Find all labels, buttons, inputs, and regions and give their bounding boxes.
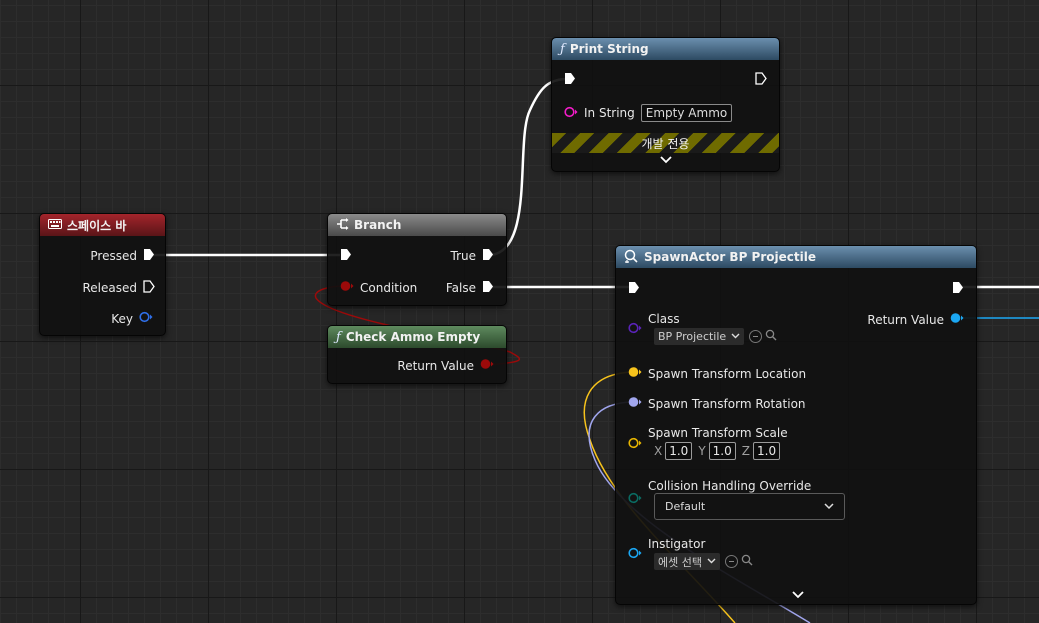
pin-pressed-label: Pressed — [90, 249, 137, 263]
object-pin-return-value[interactable] — [950, 312, 964, 327]
scale-z-input[interactable]: 1.0 — [753, 442, 781, 460]
pin-true-label: True — [450, 249, 477, 263]
expand-chevron-icon[interactable] — [660, 153, 672, 167]
collision-dropdown[interactable]: Default — [654, 493, 845, 520]
scale-x-input[interactable]: 1.0 — [665, 442, 693, 460]
pin-ammo-return-label: Return Value — [397, 358, 474, 373]
instigator-select[interactable]: 에셋 선택 — [654, 553, 720, 570]
exec-pin-released[interactable] — [143, 280, 155, 296]
node-branch-header: Branch — [328, 214, 506, 236]
node-branch[interactable]: Branch True Condition False — [327, 213, 507, 306]
exec-pin-pressed[interactable] — [143, 248, 155, 264]
pin-false-label: False — [445, 281, 476, 295]
browse-search-icon[interactable] — [765, 329, 777, 344]
spawn-actor-icon — [624, 249, 638, 266]
class-select-value: BP Projectile — [658, 330, 727, 343]
clear-icon[interactable] — [749, 330, 763, 343]
development-only-label: 개발 전용 — [641, 137, 690, 151]
node-check-ammo-title: Check Ammo Empty — [345, 330, 481, 344]
node-print-string-title: Print String — [569, 42, 649, 56]
node-spawn-actor[interactable]: SpawnActor BP Projectile Class BP Projec… — [615, 245, 977, 605]
clear-icon[interactable] — [724, 555, 738, 568]
collision-dropdown-value: Default — [665, 500, 706, 513]
keyboard-icon — [48, 218, 62, 232]
function-icon: ƒ — [336, 329, 341, 345]
scale-y-input[interactable]: 1.0 — [708, 442, 736, 460]
scale-y-label: Y — [698, 444, 706, 458]
scale-x-label: X — [654, 444, 663, 458]
node-spacebar-header: 스페이스 바 — [40, 214, 165, 236]
pin-released-label: Released — [82, 281, 137, 295]
function-icon: ƒ — [560, 41, 565, 57]
exec-pin-print-out[interactable] — [755, 72, 767, 88]
expand-chevron-icon[interactable] — [792, 588, 804, 602]
boolean-pin-ammo-return[interactable] — [480, 358, 494, 373]
exec-pin-spawn-in[interactable] — [628, 281, 640, 297]
node-spacebar-title: 스페이스 바 — [67, 218, 127, 233]
pin-location-label: Spawn Transform Location — [648, 366, 807, 381]
chevron-down-icon — [824, 500, 834, 513]
chevron-down-icon — [731, 331, 740, 342]
string-pin-in-string[interactable] — [564, 106, 578, 121]
chevron-down-icon — [707, 556, 716, 567]
branch-icon — [336, 217, 349, 233]
class-pin[interactable] — [628, 322, 642, 337]
pin-collision-label: Collision Handling Override — [648, 479, 812, 493]
object-pin-instigator[interactable] — [628, 547, 642, 562]
pin-rotation-label: Spawn Transform Rotation — [648, 396, 806, 411]
exec-pin-false[interactable] — [482, 280, 494, 296]
node-spawn-actor-title: SpawnActor BP Projectile — [644, 250, 816, 264]
class-select[interactable]: BP Projectile — [654, 328, 745, 345]
pin-class-label: Class — [648, 312, 680, 326]
key-struct-pin[interactable] — [139, 311, 153, 326]
rotator-pin-rotation[interactable] — [628, 396, 642, 411]
enum-pin-collision[interactable] — [628, 492, 642, 507]
pin-scale-label: Spawn Transform Scale — [648, 426, 788, 440]
vector-pin-location[interactable] — [628, 366, 642, 381]
node-print-string[interactable]: ƒ Print String In String Empty Ammo 개발 전… — [551, 37, 780, 172]
pin-condition-label: Condition — [360, 280, 418, 295]
node-branch-title: Branch — [354, 218, 402, 232]
node-spawn-actor-header: SpawnActor BP Projectile — [616, 246, 976, 268]
exec-pin-true[interactable] — [482, 248, 494, 264]
scale-z-label: Z — [741, 444, 750, 458]
pin-key-label: Key — [111, 311, 133, 326]
browse-search-icon[interactable] — [741, 554, 753, 569]
boolean-pin-condition[interactable] — [340, 280, 354, 295]
node-check-ammo-empty[interactable]: ƒ Check Ammo Empty Return Value — [327, 325, 507, 384]
pin-spawn-return-label: Return Value — [867, 312, 944, 327]
exec-pin-branch-in[interactable] — [340, 248, 352, 264]
in-string-input[interactable]: Empty Ammo — [640, 104, 733, 122]
node-spacebar-event[interactable]: 스페이스 바 Pressed Released Key — [39, 213, 166, 336]
vector-pin-scale[interactable] — [628, 437, 642, 452]
exec-pin-spawn-out[interactable] — [952, 281, 964, 297]
pin-instigator-label: Instigator — [648, 537, 706, 551]
pin-in-string-label: In String — [584, 106, 635, 120]
exec-pin-print-in[interactable] — [564, 72, 576, 88]
node-print-string-header: ƒ Print String — [552, 38, 779, 60]
node-check-ammo-header: ƒ Check Ammo Empty — [328, 326, 506, 348]
instigator-select-value: 에셋 선택 — [658, 555, 702, 569]
